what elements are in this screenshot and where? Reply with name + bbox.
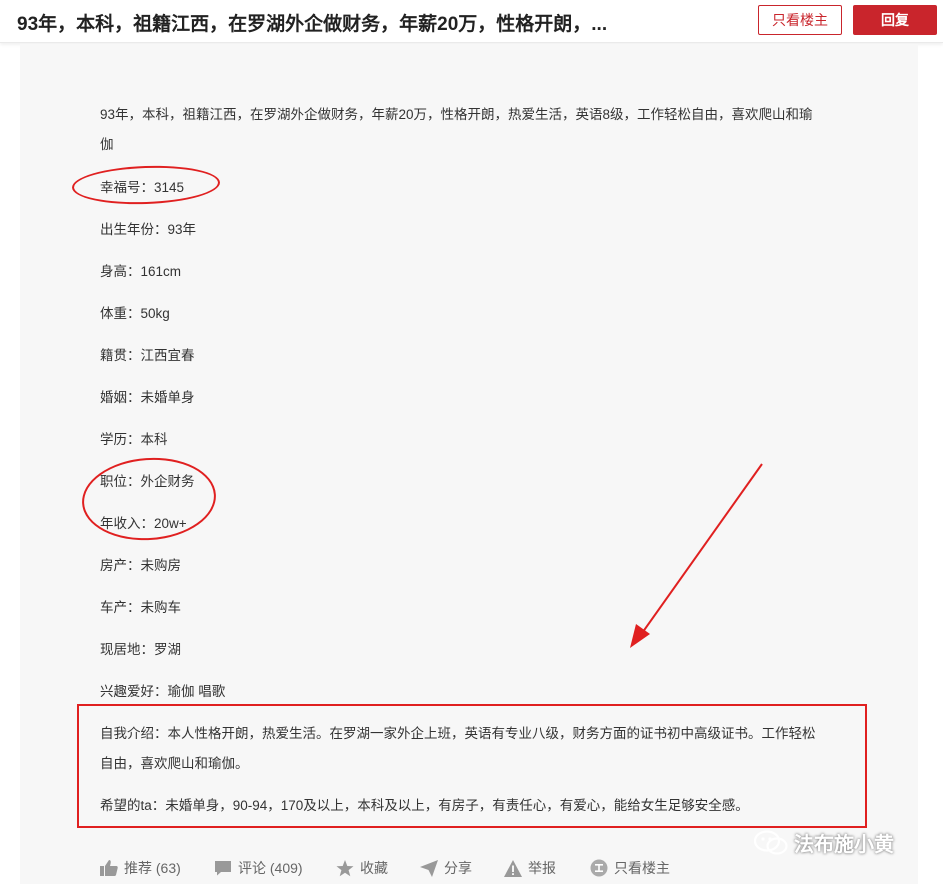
field-height: 身高：161cm <box>100 264 182 279</box>
star-icon <box>336 859 354 876</box>
share-icon <box>420 859 438 877</box>
warning-icon <box>504 859 522 877</box>
only-author-action-label: 只看楼主 <box>614 860 670 876</box>
comment-icon <box>215 861 231 876</box>
watermark-text: 法布施小黄 <box>794 834 894 856</box>
wish-line: 希望的ta：未婚单身，90-94，170及以上，本科及以上，有房子，有责任心，有… <box>100 798 749 813</box>
field-education: 学历：本科 <box>100 432 168 447</box>
only-author-action[interactable]: 只看楼主 <box>590 858 670 878</box>
intro-line-2: 伽 <box>100 137 114 152</box>
recommend-button[interactable]: 推荐 (63) <box>100 858 181 878</box>
report-label: 举报 <box>528 860 556 876</box>
only-author-button[interactable]: 只看楼主 <box>758 5 842 35</box>
field-hometown: 籍贯：江西宜春 <box>100 348 195 363</box>
wechat-icon <box>754 829 788 855</box>
field-property: 房产：未购房 <box>100 558 181 573</box>
self-intro-line-2: 自由，喜欢爬山和瑜伽。 <box>100 756 249 771</box>
field-residence: 现居地：罗湖 <box>100 642 181 657</box>
share-button[interactable]: 分享 <box>420 858 472 878</box>
comment-button[interactable]: 评论 (409) <box>214 858 303 878</box>
thumbs-up-icon <box>100 860 118 876</box>
report-button[interactable]: 举报 <box>504 858 556 878</box>
comment-label: 评论 (409) <box>238 860 303 876</box>
field-weight: 体重：50kg <box>100 306 170 321</box>
field-annual-income: 年收入：20w+ <box>100 516 187 531</box>
field-birth-year: 出生年份：93年 <box>100 222 197 237</box>
recommend-label: 推荐 (63) <box>124 860 181 876</box>
self-intro-line-1: 自我介绍：本人性格开朗，热爱生活。在罗湖一家外企上班，英语有专业八级，财务方面的… <box>100 726 816 741</box>
louzhu-badge-icon <box>590 859 608 877</box>
field-car: 车产：未购车 <box>100 600 181 615</box>
field-hobbies: 兴趣爱好：瑜伽 唱歌 <box>100 684 226 699</box>
share-label: 分享 <box>444 860 472 876</box>
favorite-label: 收藏 <box>360 860 388 876</box>
reply-button[interactable]: 回复 <box>853 5 937 35</box>
intro-line-1: 93年，本科，祖籍江西，在罗湖外企做财务，年薪20万，性格开朗，热爱生活，英语8… <box>100 107 813 122</box>
top-bar: 93年，本科，祖籍江西，在罗湖外企做财务，年薪20万，性格开朗，... 只看楼主… <box>0 0 943 43</box>
thread-title: 93年，本科，祖籍江西，在罗湖外企做财务，年薪20万，性格开朗，... <box>17 14 608 35</box>
field-happiness-number: 幸福号：3145 <box>100 180 185 195</box>
field-position: 职位：外企财务 <box>100 474 195 489</box>
field-marital-status: 婚姻：未婚单身 <box>100 390 195 405</box>
watermark: 法布施小黄 <box>754 828 894 857</box>
favorite-button[interactable]: 收藏 <box>336 858 388 878</box>
